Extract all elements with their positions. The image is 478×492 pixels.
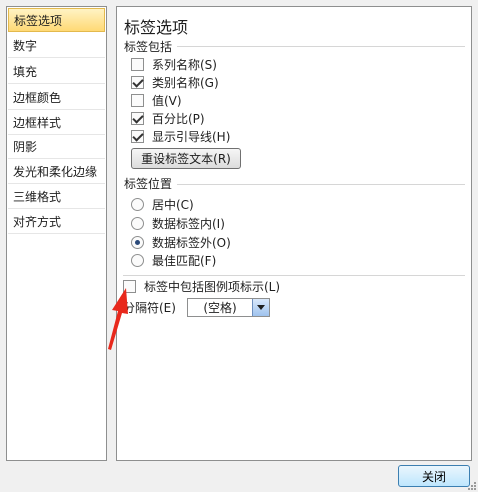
group-divider [177, 184, 465, 185]
option-leader-lines[interactable]: 显示引导线(H) [131, 128, 230, 145]
value-checkbox[interactable] [131, 94, 144, 107]
annotation-arrow-icon [108, 288, 128, 350]
option-percentage[interactable]: 百分比(P) [131, 110, 205, 127]
options-panel: 标签选项 标签包括 系列名称(S) 类别名称(G) 值(V) 百分比(P) 显示… [116, 6, 472, 461]
nav-item-shadow[interactable]: 阴影 [8, 135, 105, 159]
percentage-label: 百分比(P) [152, 112, 205, 126]
option-include-legend-key[interactable]: 标签中包括图例项标示(L) [123, 278, 280, 295]
nav-item-glow-soft-edges[interactable]: 发光和柔化边缘 [8, 160, 105, 184]
best-fit-label: 最佳匹配(F) [152, 254, 217, 268]
group-divider [177, 46, 465, 47]
option-best-fit[interactable]: 最佳匹配(F) [131, 252, 216, 269]
label-position-heading: 标签位置 [124, 177, 173, 191]
dropdown-arrow-icon[interactable] [252, 299, 269, 316]
nav-item-border-color[interactable]: 边框颜色 [8, 86, 105, 110]
value-label: 值(V) [152, 94, 182, 108]
separator-select[interactable]: (空格) [187, 298, 270, 317]
leader-lines-checkbox[interactable] [131, 130, 144, 143]
center-label: 居中(C) [152, 198, 194, 212]
reset-label-text-button[interactable]: 重设标签文本(R) [131, 148, 241, 169]
label-contains-heading: 标签包括 [124, 40, 173, 54]
outside-end-radio[interactable] [131, 236, 144, 249]
option-outside-end[interactable]: 数据标签外(O) [131, 234, 231, 251]
option-series-name[interactable]: 系列名称(S) [131, 56, 217, 73]
nav-item-3d-format[interactable]: 三维格式 [8, 185, 105, 209]
option-center[interactable]: 居中(C) [131, 196, 194, 213]
outside-end-label: 数据标签外(O) [152, 236, 231, 250]
legend-key-label: 标签中包括图例项标示(L) [144, 280, 281, 294]
category-name-label: 类别名称(G) [152, 76, 219, 90]
nav-item-number[interactable]: 数字 [8, 34, 105, 58]
series-name-label: 系列名称(S) [152, 58, 217, 72]
close-button[interactable]: 关闭 [398, 465, 470, 487]
category-list: 标签选项 数字 填充 边框颜色 边框样式 阴影 发光和柔化边缘 三维格式 对齐方… [6, 6, 107, 461]
category-name-checkbox[interactable] [131, 76, 144, 89]
panel-title: 标签选项 [124, 18, 189, 37]
inside-end-radio[interactable] [131, 217, 144, 230]
resize-grip-icon[interactable] [467, 481, 477, 491]
option-inside-end[interactable]: 数据标签内(I) [131, 215, 225, 232]
leader-lines-label: 显示引导线(H) [152, 130, 231, 144]
nav-item-alignment[interactable]: 对齐方式 [8, 210, 105, 234]
series-name-checkbox[interactable] [131, 58, 144, 71]
nav-item-label-options[interactable]: 标签选项 [8, 8, 105, 32]
option-category-name[interactable]: 类别名称(G) [131, 74, 219, 91]
inside-end-label: 数据标签内(I) [152, 217, 225, 231]
nav-item-border-style[interactable]: 边框样式 [8, 111, 105, 135]
best-fit-radio[interactable] [131, 254, 144, 267]
center-radio[interactable] [131, 198, 144, 211]
option-value[interactable]: 值(V) [131, 92, 182, 109]
nav-item-fill[interactable]: 填充 [8, 60, 105, 84]
separator-value: (空格) [203, 301, 237, 315]
section-divider [123, 275, 465, 276]
percentage-checkbox[interactable] [131, 112, 144, 125]
format-data-labels-dialog: 标签选项 数字 填充 边框颜色 边框样式 阴影 发光和柔化边缘 三维格式 对齐方… [0, 0, 478, 492]
